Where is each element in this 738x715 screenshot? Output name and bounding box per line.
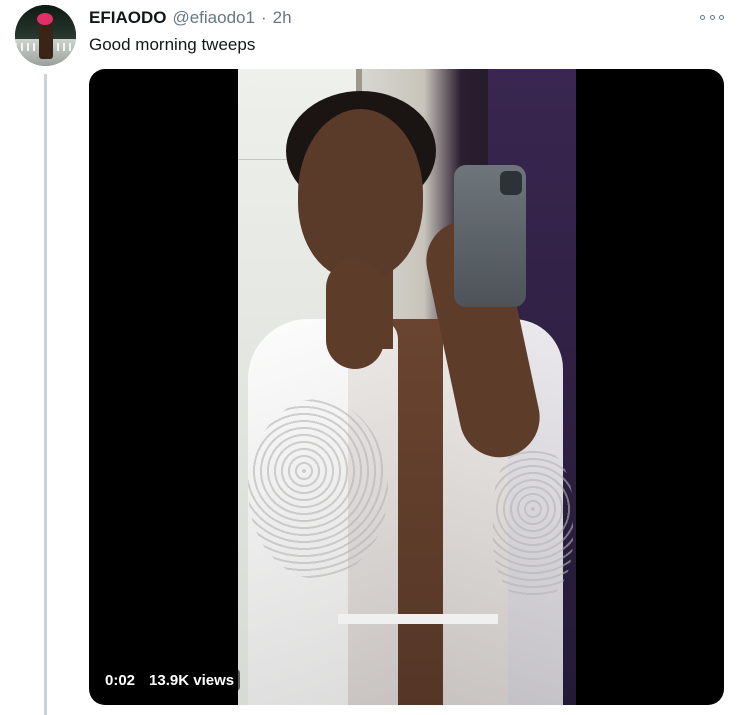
header-separator: · [260,8,267,27]
tweet-header: EFIAODO @efiaodo1 · 2h [89,8,292,30]
more-dot [719,14,724,20]
tweet: EFIAODO @efiaodo1 · 2h Good morning twee… [0,0,738,715]
author-name[interactable]: EFIAODO [89,8,166,28]
avatar[interactable] [15,5,76,66]
more-dot [700,14,705,20]
lace-sleeve-right [493,449,573,599]
more-dot [709,14,715,20]
robe-belt [338,614,498,624]
video-overlay: 0:02 13.9K views [99,669,241,691]
video-elapsed-time: 0:02 [105,671,136,689]
phone-camera [500,171,522,195]
author-handle[interactable]: @efiaodo1 [172,8,255,28]
video-frame [238,69,576,705]
avatar-figure [39,19,53,59]
person-face [298,109,423,279]
video-player[interactable] [89,69,724,705]
thread-line [44,74,47,715]
video-view-count: 13.9K views [149,671,235,689]
avatar-hair [37,13,53,25]
tweet-text: Good morning tweeps [89,35,256,54]
person-hand [326,259,384,369]
lace-sleeve-left [248,399,388,579]
more-horizontal-icon[interactable] [700,10,724,24]
tweet-timestamp[interactable]: 2h [273,8,292,28]
